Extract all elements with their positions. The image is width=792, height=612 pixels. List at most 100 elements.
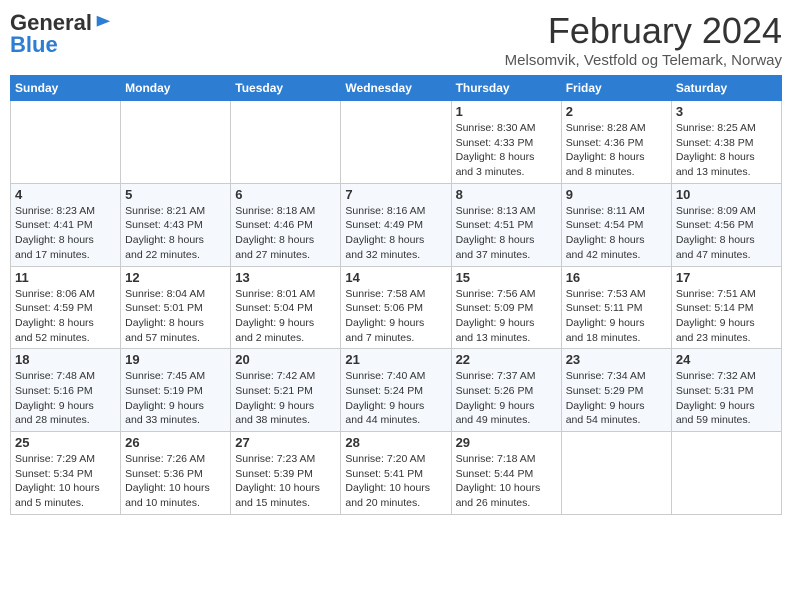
calendar-week: 1 Sunrise: 8:30 AMSunset: 4:33 PMDaylight… bbox=[11, 101, 782, 184]
calendar-cell: 25 Sunrise: 7:29 AMSunset: 5:34 PMDayligh… bbox=[11, 432, 121, 515]
title-block: February 2024 Melsomvik, Vestfold og Tel… bbox=[505, 10, 782, 69]
day-info: Sunrise: 7:26 AMSunset: 5:36 PMDaylight:… bbox=[125, 452, 226, 511]
calendar-cell: 16Sunrise: 7:53 AMSunset: 5:11 PMDayligh… bbox=[561, 266, 671, 349]
day-info: Sunrise: 8:25 AMSunset: 4:38 PMDaylight:… bbox=[676, 121, 777, 180]
day-number: 10 bbox=[676, 187, 777, 202]
day-number: 28 bbox=[345, 435, 446, 450]
day-info: Sunrise: 8:04 AMSunset: 5:01 PMDaylight:… bbox=[125, 287, 226, 346]
calendar-body: 1 Sunrise: 8:30 AMSunset: 4:33 PMDaylight… bbox=[11, 101, 782, 515]
logo-flag-icon bbox=[94, 14, 112, 32]
calendar-cell: 11 Sunrise: 8:06 AMSunset: 4:59 PMDayligh… bbox=[11, 266, 121, 349]
header-day: Tuesday bbox=[231, 76, 341, 101]
day-number: 26 bbox=[125, 435, 226, 450]
day-info: Sunrise: 8:21 AMSunset: 4:43 PMDaylight:… bbox=[125, 204, 226, 263]
day-info: Sunrise: 7:42 AMSunset: 5:21 PMDaylight:… bbox=[235, 369, 336, 428]
day-info: Sunrise: 7:34 AMSunset: 5:29 PMDaylight:… bbox=[566, 369, 667, 428]
calendar-cell bbox=[121, 101, 231, 184]
calendar-cell: 12 Sunrise: 8:04 AMSunset: 5:01 PMDayligh… bbox=[121, 266, 231, 349]
day-number: 1 bbox=[456, 104, 557, 119]
day-number: 13 bbox=[235, 270, 336, 285]
header-day: Friday bbox=[561, 76, 671, 101]
calendar-cell: 22 Sunrise: 7:37 AMSunset: 5:26 PMDayligh… bbox=[451, 349, 561, 432]
calendar-week: 4 Sunrise: 8:23 AMSunset: 4:41 PMDaylight… bbox=[11, 183, 782, 266]
calendar-cell: 9Sunrise: 8:11 AMSunset: 4:54 PMDaylight… bbox=[561, 183, 671, 266]
day-number: 18 bbox=[15, 352, 116, 367]
calendar-cell: 23 Sunrise: 7:34 AMSunset: 5:29 PMDayligh… bbox=[561, 349, 671, 432]
day-number: 21 bbox=[345, 352, 446, 367]
logo: General Blue bbox=[10, 10, 112, 58]
day-info: Sunrise: 8:09 AMSunset: 4:56 PMDaylight:… bbox=[676, 204, 777, 263]
calendar-table: SundayMondayTuesdayWednesdayThursdayFrid… bbox=[10, 75, 782, 515]
header-day: Sunday bbox=[11, 76, 121, 101]
calendar-header: SundayMondayTuesdayWednesdayThursdayFrid… bbox=[11, 76, 782, 101]
calendar-cell: 6 Sunrise: 8:18 AMSunset: 4:46 PMDaylight… bbox=[231, 183, 341, 266]
calendar-cell: 24 Sunrise: 7:32 AMSunset: 5:31 PMDayligh… bbox=[671, 349, 781, 432]
day-number: 20 bbox=[235, 352, 336, 367]
calendar-cell bbox=[231, 101, 341, 184]
day-number: 22 bbox=[456, 352, 557, 367]
day-info: Sunrise: 7:56 AMSunset: 5:09 PMDaylight:… bbox=[456, 287, 557, 346]
day-info: Sunrise: 7:29 AMSunset: 5:34 PMDaylight:… bbox=[15, 452, 116, 511]
calendar-cell bbox=[11, 101, 121, 184]
calendar-week: 18 Sunrise: 7:48 AMSunset: 5:16 PMDayligh… bbox=[11, 349, 782, 432]
month-title: February 2024 bbox=[505, 10, 782, 52]
day-number: 16 bbox=[566, 270, 667, 285]
calendar-cell: 17 Sunrise: 7:51 AMSunset: 5:14 PMDayligh… bbox=[671, 266, 781, 349]
day-number: 9 bbox=[566, 187, 667, 202]
day-info: Sunrise: 7:32 AMSunset: 5:31 PMDaylight:… bbox=[676, 369, 777, 428]
calendar-cell: 1 Sunrise: 8:30 AMSunset: 4:33 PMDaylight… bbox=[451, 101, 561, 184]
header-day: Wednesday bbox=[341, 76, 451, 101]
calendar-cell: 7 Sunrise: 8:16 AMSunset: 4:49 PMDaylight… bbox=[341, 183, 451, 266]
day-info: Sunrise: 7:45 AMSunset: 5:19 PMDaylight:… bbox=[125, 369, 226, 428]
day-number: 5 bbox=[125, 187, 226, 202]
day-info: Sunrise: 8:18 AMSunset: 4:46 PMDaylight:… bbox=[235, 204, 336, 263]
day-number: 19 bbox=[125, 352, 226, 367]
day-number: 11 bbox=[15, 270, 116, 285]
calendar-cell: 28Sunrise: 7:20 AMSunset: 5:41 PMDayligh… bbox=[341, 432, 451, 515]
day-info: Sunrise: 7:23 AMSunset: 5:39 PMDaylight:… bbox=[235, 452, 336, 511]
calendar-cell: 2 Sunrise: 8:28 AMSunset: 4:36 PMDaylight… bbox=[561, 101, 671, 184]
calendar-cell: 21Sunrise: 7:40 AMSunset: 5:24 PMDayligh… bbox=[341, 349, 451, 432]
day-number: 23 bbox=[566, 352, 667, 367]
header-day: Saturday bbox=[671, 76, 781, 101]
day-number: 29 bbox=[456, 435, 557, 450]
day-info: Sunrise: 7:18 AMSunset: 5:44 PMDaylight:… bbox=[456, 452, 557, 511]
header-day: Thursday bbox=[451, 76, 561, 101]
calendar-cell: 4 Sunrise: 8:23 AMSunset: 4:41 PMDaylight… bbox=[11, 183, 121, 266]
calendar-cell: 14Sunrise: 7:58 AMSunset: 5:06 PMDayligh… bbox=[341, 266, 451, 349]
day-number: 25 bbox=[15, 435, 116, 450]
calendar-cell: 15Sunrise: 7:56 AMSunset: 5:09 PMDayligh… bbox=[451, 266, 561, 349]
day-info: Sunrise: 8:16 AMSunset: 4:49 PMDaylight:… bbox=[345, 204, 446, 263]
day-number: 17 bbox=[676, 270, 777, 285]
day-info: Sunrise: 7:51 AMSunset: 5:14 PMDaylight:… bbox=[676, 287, 777, 346]
calendar-cell bbox=[341, 101, 451, 184]
calendar-cell: 8 Sunrise: 8:13 AMSunset: 4:51 PMDaylight… bbox=[451, 183, 561, 266]
day-number: 7 bbox=[345, 187, 446, 202]
day-info: Sunrise: 8:30 AMSunset: 4:33 PMDaylight:… bbox=[456, 121, 557, 180]
day-info: Sunrise: 7:48 AMSunset: 5:16 PMDaylight:… bbox=[15, 369, 116, 428]
page-header: General Blue February 2024 Melsomvik, Ve… bbox=[10, 10, 782, 69]
calendar-cell: 26 Sunrise: 7:26 AMSunset: 5:36 PMDayligh… bbox=[121, 432, 231, 515]
day-info: Sunrise: 8:23 AMSunset: 4:41 PMDaylight:… bbox=[15, 204, 116, 263]
header-row: SundayMondayTuesdayWednesdayThursdayFrid… bbox=[11, 76, 782, 101]
day-info: Sunrise: 8:13 AMSunset: 4:51 PMDaylight:… bbox=[456, 204, 557, 263]
day-number: 6 bbox=[235, 187, 336, 202]
day-number: 3 bbox=[676, 104, 777, 119]
day-info: Sunrise: 8:28 AMSunset: 4:36 PMDaylight:… bbox=[566, 121, 667, 180]
day-number: 12 bbox=[125, 270, 226, 285]
day-info: Sunrise: 7:37 AMSunset: 5:26 PMDaylight:… bbox=[456, 369, 557, 428]
day-number: 2 bbox=[566, 104, 667, 119]
calendar-cell: 27 Sunrise: 7:23 AMSunset: 5:39 PMDayligh… bbox=[231, 432, 341, 515]
calendar-week: 25 Sunrise: 7:29 AMSunset: 5:34 PMDayligh… bbox=[11, 432, 782, 515]
day-number: 8 bbox=[456, 187, 557, 202]
calendar-cell: 10 Sunrise: 8:09 AMSunset: 4:56 PMDayligh… bbox=[671, 183, 781, 266]
day-info: Sunrise: 8:01 AMSunset: 5:04 PMDaylight:… bbox=[235, 287, 336, 346]
day-info: Sunrise: 8:06 AMSunset: 4:59 PMDaylight:… bbox=[15, 287, 116, 346]
calendar-week: 11 Sunrise: 8:06 AMSunset: 4:59 PMDayligh… bbox=[11, 266, 782, 349]
day-number: 27 bbox=[235, 435, 336, 450]
day-number: 24 bbox=[676, 352, 777, 367]
calendar-cell: 5 Sunrise: 8:21 AMSunset: 4:43 PMDaylight… bbox=[121, 183, 231, 266]
day-number: 4 bbox=[15, 187, 116, 202]
header-day: Monday bbox=[121, 76, 231, 101]
calendar-cell: 29 Sunrise: 7:18 AMSunset: 5:44 PMDayligh… bbox=[451, 432, 561, 515]
